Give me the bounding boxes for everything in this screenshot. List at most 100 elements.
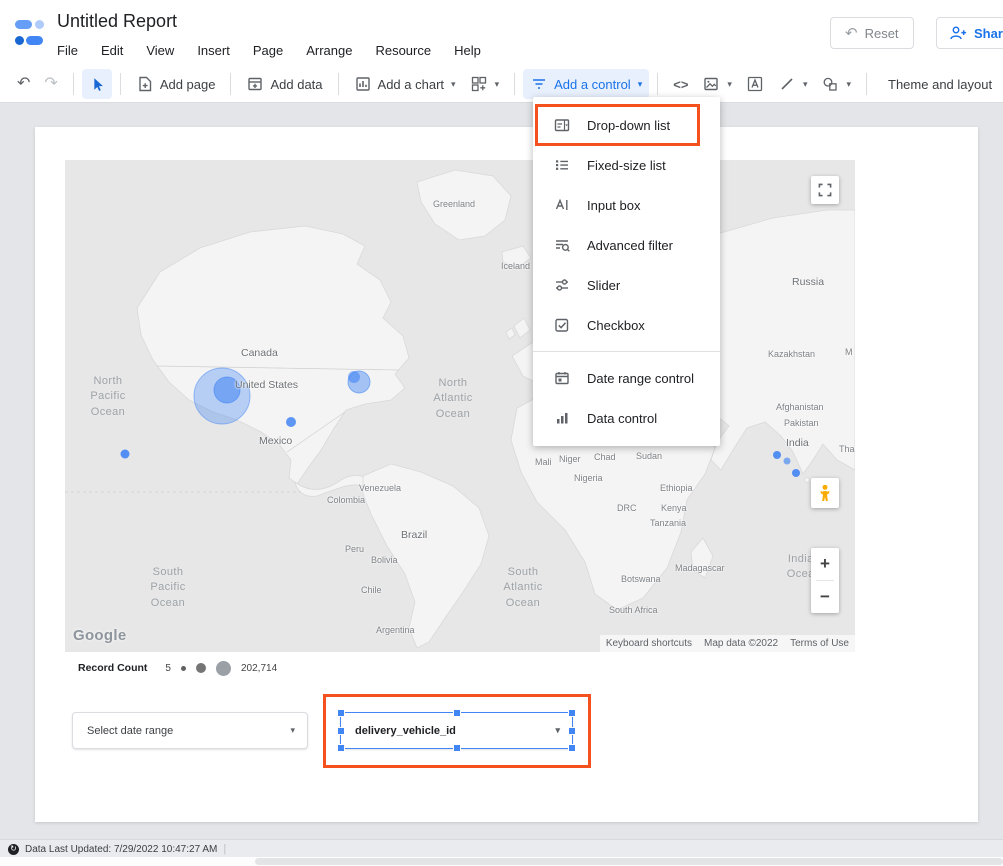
shape-tool-button[interactable]: ▾ <box>814 69 858 99</box>
data-studio-logo[interactable] <box>10 13 50 53</box>
chevron-down-icon: ▾ <box>495 79 500 90</box>
input-box-icon <box>553 196 571 214</box>
resize-handle[interactable] <box>337 744 345 752</box>
date-range-control[interactable]: Select date range ▾ <box>72 712 308 749</box>
add-data-button[interactable]: Add data <box>239 69 329 99</box>
status-divider: | <box>223 843 226 855</box>
menu-page[interactable]: Page <box>253 41 283 60</box>
chevron-down-icon: ▾ <box>803 79 808 90</box>
resize-handle[interactable] <box>568 744 576 752</box>
menu-item-fixed-size-list[interactable]: Fixed-size list <box>533 145 720 185</box>
street-view-pegman-button[interactable] <box>811 478 839 508</box>
blocks-icon <box>470 75 488 93</box>
legend-bubble-large <box>216 661 231 676</box>
menu-arrange[interactable]: Arrange <box>306 41 352 60</box>
date-range-label: Select date range <box>73 725 173 737</box>
zoom-out-button[interactable]: − <box>811 581 839 613</box>
toolbar-divider <box>73 73 74 95</box>
undo-button[interactable]: ↶ <box>10 69 37 99</box>
text-tool-button[interactable] <box>739 69 771 99</box>
add-control-menu: Drop-down list Fixed-size list Input box… <box>533 97 720 446</box>
refresh-clock-icon: ↻ <box>8 844 19 855</box>
fullscreen-icon <box>817 182 833 198</box>
resize-handle[interactable] <box>337 709 345 717</box>
add-page-icon <box>136 75 154 93</box>
menu-view[interactable]: View <box>146 41 174 60</box>
chevron-down-icon: ▾ <box>451 79 456 90</box>
data-freshness: ↻ Data Last Updated: 7/29/2022 10:47:27 … <box>8 843 226 855</box>
add-control-button[interactable]: Add a control ▾ <box>523 69 649 99</box>
menu-insert[interactable]: Insert <box>197 41 230 60</box>
terms-of-use-link[interactable]: Terms of Use <box>784 635 855 652</box>
menu-item-slider[interactable]: Slider <box>533 265 720 305</box>
data-studio-logo-icon <box>10 13 50 53</box>
horizontal-scrollbar[interactable] <box>255 858 1003 865</box>
chevron-down-icon: ▾ <box>290 725 295 736</box>
zoom-control: + − <box>811 548 839 613</box>
fixed-size-list-icon <box>553 156 571 174</box>
world-map-graphic <box>65 160 855 652</box>
menu-item-dropdown-list[interactable]: Drop-down list <box>533 105 720 145</box>
toolbar-divider <box>230 73 231 95</box>
google-maps-logo: Google <box>73 627 126 644</box>
menu-file[interactable]: File <box>57 41 78 60</box>
image-tool-button[interactable]: ▾ <box>695 69 739 99</box>
cursor-arrow-icon <box>89 75 105 93</box>
reset-button[interactable]: ↶ Reset <box>830 17 914 49</box>
keyboard-shortcuts-link[interactable]: Keyboard shortcuts <box>600 635 698 652</box>
toolbar-divider <box>866 73 867 95</box>
slider-icon <box>553 276 571 294</box>
toolbar-divider <box>514 73 515 95</box>
zoom-in-button[interactable]: + <box>811 548 839 580</box>
add-chart-icon <box>354 75 372 93</box>
resize-handle[interactable] <box>568 727 576 735</box>
theme-layout-button[interactable]: Theme and layout <box>881 69 999 99</box>
add-chart-button[interactable]: Add a chart ▾ <box>347 69 463 99</box>
chevron-down-icon: ▾ <box>846 79 851 90</box>
menu-item-checkbox[interactable]: Checkbox <box>533 305 720 345</box>
redo-button[interactable]: ↷ <box>37 69 64 99</box>
select-tool-button[interactable] <box>82 69 112 99</box>
pegman-icon <box>817 483 833 503</box>
calendar-icon <box>553 369 571 387</box>
menu-divider <box>533 351 720 352</box>
resize-handle[interactable] <box>568 709 576 717</box>
report-title[interactable]: Untitled Report <box>57 11 177 32</box>
data-control-icon <box>553 409 571 427</box>
text-box-icon <box>746 75 764 93</box>
report-page[interactable]: Greenland Iceland Canada United States M… <box>35 127 978 822</box>
legend-bubble-medium <box>196 663 206 673</box>
fullscreen-button[interactable] <box>811 176 839 204</box>
dropdown-filter-control[interactable]: delivery_vehicle_id ▾ <box>340 712 573 749</box>
undo-icon: ↶ <box>17 76 30 92</box>
share-button[interactable]: Share <box>936 17 1003 49</box>
dropdown-list-icon <box>553 116 571 134</box>
menu-item-input-box[interactable]: Input box <box>533 185 720 225</box>
bubble-map-chart[interactable]: Greenland Iceland Canada United States M… <box>65 160 855 652</box>
line-tool-button[interactable]: ▾ <box>771 69 815 99</box>
advanced-filter-icon <box>553 236 571 254</box>
menu-edit[interactable]: Edit <box>101 41 123 60</box>
menu-bar: File Edit View Insert Page Arrange Resou… <box>57 41 481 60</box>
menu-item-date-range-control[interactable]: Date range control <box>533 358 720 398</box>
add-page-button[interactable]: Add page <box>129 69 223 99</box>
chevron-down-icon: ▾ <box>555 725 560 736</box>
resize-handle[interactable] <box>453 709 461 717</box>
image-icon <box>702 75 720 93</box>
filter-control-icon <box>530 75 548 93</box>
menu-item-advanced-filter[interactable]: Advanced filter <box>533 225 720 265</box>
resize-handle[interactable] <box>453 744 461 752</box>
menu-item-data-control[interactable]: Data control <box>533 398 720 438</box>
menu-help[interactable]: Help <box>454 41 481 60</box>
resize-handle[interactable] <box>337 727 345 735</box>
shape-icon <box>821 75 839 93</box>
add-data-icon <box>246 75 264 93</box>
line-icon <box>778 75 796 93</box>
community-visualizations-button[interactable]: ▾ <box>463 69 507 99</box>
redo-icon: ↷ <box>44 76 57 92</box>
person-add-icon <box>949 24 967 42</box>
embed-code-button[interactable]: <> <box>666 69 695 99</box>
toolbar-divider <box>120 73 121 95</box>
menu-resource[interactable]: Resource <box>375 41 431 60</box>
status-bar: ↻ Data Last Updated: 7/29/2022 10:47:27 … <box>0 839 1003 866</box>
